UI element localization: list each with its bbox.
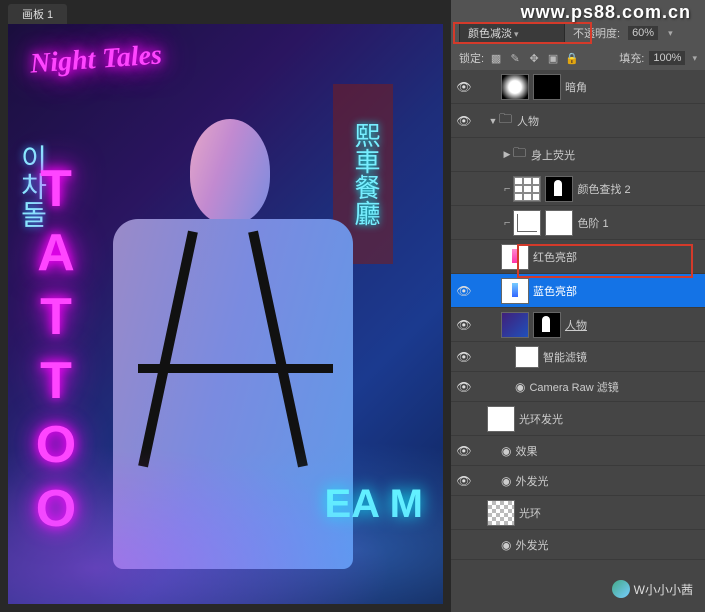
lock-brush-icon[interactable]: ✎ <box>508 51 522 65</box>
folder-icon: 🗀 <box>513 144 526 166</box>
layer-row[interactable]: ⌐ 颜色查找 2 <box>451 172 705 206</box>
layer-row[interactable]: 👁 ◉ 效果 <box>451 436 705 466</box>
layer-name[interactable]: 人物 <box>517 113 539 129</box>
layer-row[interactable]: 👁 暗角 <box>451 70 705 104</box>
link-icon: ⌐ <box>504 183 510 195</box>
artboard-tab[interactable]: 画板 1 <box>8 4 67 24</box>
layer-thumb[interactable] <box>533 312 561 338</box>
layer-name[interactable]: 外发光 <box>515 473 548 489</box>
layer-name[interactable]: 暗角 <box>565 79 587 95</box>
watermark: www.ps88.com.cn <box>521 2 691 23</box>
layer-row[interactable]: 红色亮部 <box>451 240 705 274</box>
layer-name[interactable]: Camera Raw 滤镜 <box>529 379 618 395</box>
layer-thumb[interactable] <box>487 406 515 432</box>
fill-value[interactable]: 100% <box>649 51 685 65</box>
layer-row[interactable]: 👁 ◉ 外发光 <box>451 466 705 496</box>
effect-icon: ◉ <box>515 380 525 394</box>
layer-row[interactable]: ◉ 外发光 <box>451 530 705 560</box>
lock-image-icon[interactable]: ▩ <box>489 51 503 65</box>
visibility-toggle[interactable]: 👁 <box>455 444 473 458</box>
layer-thumb[interactable] <box>513 176 541 202</box>
layer-thumb[interactable] <box>501 312 529 338</box>
layers-panel: www.ps88.com.cn 颜色减淡▾ 不透明度: 60% ▾ 锁定: ▩ … <box>451 0 705 612</box>
author-watermark: W小小小茜 <box>612 580 693 598</box>
layer-row[interactable]: 👁 智能滤镜 <box>451 342 705 372</box>
layer-thumb[interactable] <box>501 74 529 100</box>
layer-row[interactable]: 👁 蓝色亮部 <box>451 274 705 308</box>
layers-list: 👁暗角👁▼🗀人物▶🗀身上荧光⌐颜色查找 2⌐色阶 1红色亮部👁蓝色亮部👁人物👁智… <box>451 70 705 612</box>
link-icon: ⌐ <box>504 217 510 229</box>
layer-row[interactable]: 👁 ◉ Camera Raw 滤镜 <box>451 372 705 402</box>
canvas-area: 画板 1 熙車餐廳 이차돌 Night Tales EA M TATTOO <box>0 0 451 612</box>
layer-name[interactable]: 光环 <box>519 505 541 521</box>
layer-name[interactable]: 智能滤镜 <box>543 349 587 365</box>
lock-artboard-icon[interactable]: ▣ <box>546 51 560 65</box>
expand-icon[interactable]: ▶ <box>501 149 513 160</box>
layer-thumb[interactable] <box>533 74 561 100</box>
layer-row[interactable]: 👁 ▼🗀 人物 <box>451 104 705 138</box>
visibility-toggle[interactable]: 👁 <box>455 284 473 298</box>
opacity-label: 不透明度: <box>573 25 620 41</box>
chevron-down-icon: ▾ <box>692 53 697 64</box>
visibility-toggle[interactable]: 👁 <box>455 318 473 332</box>
folder-icon: 🗀 <box>499 110 512 132</box>
visibility-toggle[interactable]: 👁 <box>455 350 473 364</box>
layer-row[interactable]: ▶🗀 身上荧光 <box>451 138 705 172</box>
layer-row[interactable]: 光环 <box>451 496 705 530</box>
artboard-tabs: 画板 1 <box>8 4 443 24</box>
layer-thumb[interactable] <box>545 210 573 236</box>
layer-thumb[interactable] <box>487 500 515 526</box>
smoke <box>8 424 443 604</box>
layer-name[interactable]: 蓝色亮部 <box>533 283 577 299</box>
effect-icon: ◉ <box>501 474 511 488</box>
layer-thumb[interactable] <box>515 346 539 368</box>
layer-row[interactable]: 👁 人物 <box>451 308 705 342</box>
layer-thumb[interactable] <box>501 278 529 304</box>
visibility-toggle[interactable]: 👁 <box>455 80 473 94</box>
neon-script: Night Tales <box>29 39 163 80</box>
lock-row: 锁定: ▩ ✎ ✥ ▣ 🔒 填充: 100% ▾ <box>451 48 705 70</box>
layer-thumb[interactable] <box>501 244 529 270</box>
layer-name[interactable]: 红色亮部 <box>533 249 577 265</box>
visibility-toggle[interactable]: 👁 <box>455 380 473 394</box>
avatar-icon <box>612 580 630 598</box>
fill-label: 填充: <box>619 50 644 66</box>
layer-name[interactable]: 光环发光 <box>519 411 563 427</box>
layer-name[interactable]: 身上荧光 <box>531 147 575 163</box>
artboard[interactable]: 熙車餐廳 이차돌 Night Tales EA M TATTOO <box>8 24 443 604</box>
lock-move-icon[interactable]: ✥ <box>527 51 541 65</box>
expand-icon[interactable]: ▼ <box>487 116 499 126</box>
layer-thumb[interactable] <box>513 210 541 236</box>
chevron-down-icon: ▾ <box>668 28 673 39</box>
lock-label: 锁定: <box>459 50 484 66</box>
layer-row[interactable]: ⌐ 色阶 1 <box>451 206 705 240</box>
lock-all-icon[interactable]: 🔒 <box>565 51 579 65</box>
opacity-value[interactable]: 60% <box>628 26 658 40</box>
layer-row[interactable]: 光环发光 <box>451 402 705 436</box>
layer-name[interactable]: 效果 <box>515 443 537 459</box>
layer-name[interactable]: 外发光 <box>515 537 548 553</box>
layer-name[interactable]: 人物 <box>565 317 587 333</box>
effect-icon: ◉ <box>501 538 511 552</box>
visibility-toggle[interactable]: 👁 <box>455 114 473 128</box>
layer-name[interactable]: 颜色查找 2 <box>577 181 630 197</box>
layer-name[interactable]: 色阶 1 <box>577 215 608 231</box>
blend-mode-select[interactable]: 颜色减淡▾ <box>459 22 565 44</box>
chevron-down-icon: ▾ <box>514 29 519 39</box>
layer-thumb[interactable] <box>545 176 573 202</box>
effect-icon: ◉ <box>501 444 511 458</box>
visibility-toggle[interactable]: 👁 <box>455 474 473 488</box>
